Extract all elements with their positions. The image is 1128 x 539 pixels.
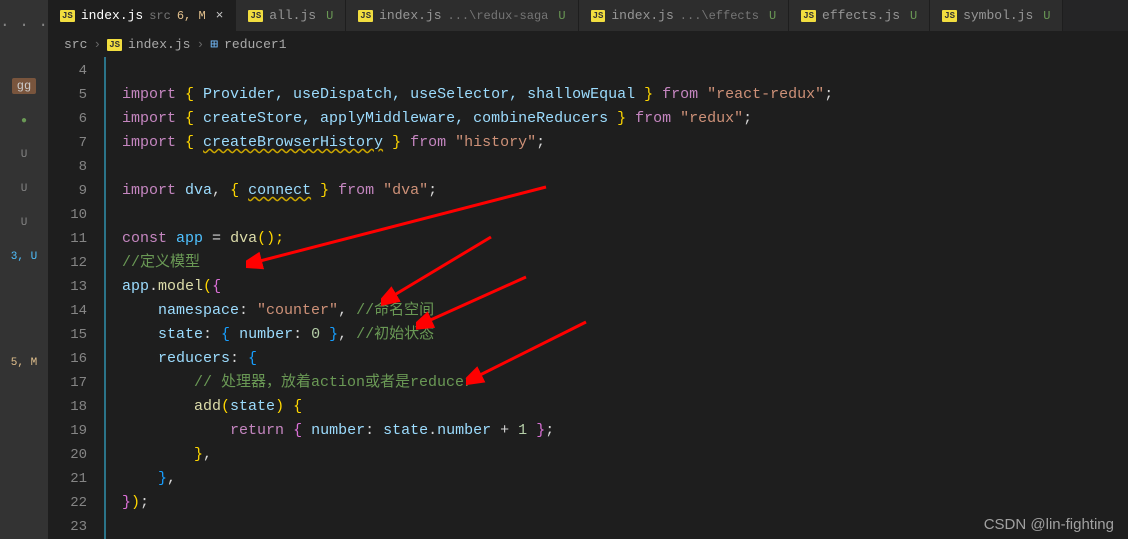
js-file-icon: JS [591,10,606,22]
code-content[interactable]: import { Provider, useDispatch, useSelec… [106,57,1128,539]
tab-path: ...\redux-saga [448,9,549,23]
chevron-right-icon: › [93,37,101,52]
breadcrumb-item[interactable]: reducer1 [224,37,286,52]
symbol-icon: ⊞ [210,37,218,52]
scm-status: U [21,149,28,161]
scm-status: 5, M [11,357,37,369]
breadcrumb-item[interactable]: index.js [128,37,190,52]
js-file-icon: JS [248,10,263,22]
breadcrumb-item[interactable]: src [64,37,87,52]
js-file-icon: JS [358,10,373,22]
tab-label: effects.js [822,8,900,23]
tab-untracked: U [558,9,565,23]
js-file-icon: JS [107,39,122,51]
tab-label: index.js [81,8,143,23]
close-icon[interactable]: × [216,8,224,23]
tab-untracked: U [1043,9,1050,23]
tab-index-effects[interactable]: JS index.js ...\effects U [579,0,790,31]
tab-label: all.js [269,8,316,23]
gutter: 4567891011121314151617181920212223 [48,57,104,539]
scm-status: U [21,217,28,229]
js-file-icon: JS [60,10,75,22]
tab-path: ...\effects [680,9,759,23]
activity-bar: · · · gg ● U U U 3, U 5, M [0,0,48,539]
js-file-icon: JS [942,10,957,22]
watermark: CSDN @lin-fighting [984,516,1114,533]
tab-untracked: U [326,9,333,23]
editor-tabs: JS index.js src 6, M × JS all.js U JS in… [48,0,1128,32]
tab-label: index.js [611,8,673,23]
tab-untracked: U [910,9,917,23]
js-file-icon: JS [801,10,816,22]
tab-modified: 6, M [177,9,206,23]
tab-index-saga[interactable]: JS index.js ...\redux-saga U [346,0,578,31]
tab-label: index.js [379,8,441,23]
code-editor[interactable]: 4567891011121314151617181920212223 impor… [48,57,1128,539]
scm-dot: ● [21,116,27,127]
tab-untracked: U [769,9,776,23]
chevron-right-icon: › [196,37,204,52]
tab-effects[interactable]: JS effects.js U [789,0,930,31]
badge: gg [12,78,36,94]
tab-label: symbol.js [963,8,1033,23]
tab-index-src[interactable]: JS index.js src 6, M × [48,0,236,31]
tab-all[interactable]: JS all.js U [236,0,346,31]
menu-dots-icon[interactable]: · · · [0,8,48,42]
scm-status: 3, U [11,251,37,263]
tab-path: src [149,9,171,23]
tab-symbol[interactable]: JS symbol.js U [930,0,1063,31]
breadcrumb[interactable]: src › JS index.js › ⊞ reducer1 [48,32,1128,57]
scm-status: U [21,183,28,195]
